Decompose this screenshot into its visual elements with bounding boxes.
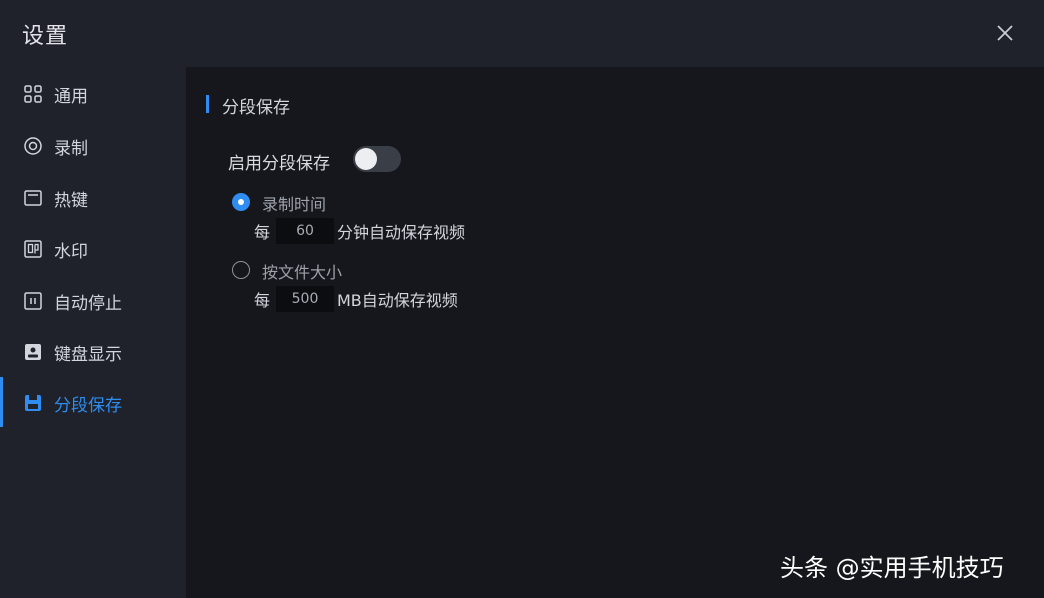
sidebar-item-label: 分段保存 bbox=[54, 395, 122, 416]
section-accent-bar bbox=[206, 95, 209, 113]
size-prefix: 每 bbox=[254, 291, 271, 310]
enable-segment-save-toggle[interactable] bbox=[353, 146, 401, 172]
watermark-icon bbox=[23, 239, 43, 259]
radio-by-size-label: 按文件大小 bbox=[262, 263, 343, 282]
sidebar-item-watermark[interactable]: 水印 bbox=[0, 227, 186, 271]
sidebar-item-label: 通用 bbox=[54, 86, 88, 107]
time-interval-input[interactable] bbox=[276, 218, 334, 244]
sidebar-item-segment-save[interactable]: 分段保存 bbox=[0, 381, 186, 425]
timer-stop-icon bbox=[23, 291, 43, 311]
time-suffix: 分钟自动保存视频 bbox=[337, 223, 466, 242]
time-prefix: 每 bbox=[254, 223, 271, 242]
settings-content: 分段保存 启用分段保存 录制时间 每 分钟自动保存视频 按文件大小 每 MB自动… bbox=[186, 67, 1044, 598]
sidebar-item-hotkey[interactable]: 热键 bbox=[0, 176, 186, 220]
size-suffix: MB自动保存视频 bbox=[337, 291, 458, 310]
enable-segment-save-label: 启用分段保存 bbox=[228, 154, 330, 174]
title-bar: 设置 bbox=[0, 0, 1044, 67]
radio-by-size[interactable] bbox=[232, 261, 250, 279]
sidebar: 通用 录制 热键 水印 自动停止 键盘显示 分段保存 bbox=[0, 67, 186, 598]
sidebar-item-label: 键盘显示 bbox=[54, 344, 122, 365]
sidebar-item-label: 录制 bbox=[54, 138, 88, 159]
keyboard-display-icon bbox=[23, 342, 43, 362]
sidebar-item-record[interactable]: 录制 bbox=[0, 124, 186, 168]
radio-by-time[interactable] bbox=[232, 193, 250, 211]
window-title: 设置 bbox=[22, 24, 69, 49]
sidebar-item-label: 水印 bbox=[54, 241, 88, 262]
sidebar-item-auto-stop[interactable]: 自动停止 bbox=[0, 279, 186, 323]
sidebar-item-label: 自动停止 bbox=[54, 293, 122, 314]
sidebar-item-keyboard-display[interactable]: 键盘显示 bbox=[0, 330, 186, 374]
watermark-text: 头条 @实用手机技巧 bbox=[780, 554, 1004, 582]
toggle-knob bbox=[355, 148, 377, 170]
settings-window: 设置 通用 录制 热键 水印 自动停止 键盘显示 分段保存 分段保存 启用分段保… bbox=[0, 0, 1044, 598]
sidebar-item-label: 热键 bbox=[54, 190, 88, 211]
section-title: 分段保存 bbox=[222, 98, 290, 118]
radio-by-time-label: 录制时间 bbox=[262, 195, 327, 214]
grid-icon bbox=[23, 84, 43, 104]
keyboard-icon bbox=[23, 188, 43, 208]
size-interval-input[interactable] bbox=[276, 286, 334, 312]
sidebar-item-general[interactable]: 通用 bbox=[0, 72, 186, 116]
close-button[interactable] bbox=[990, 18, 1020, 48]
close-icon bbox=[997, 25, 1013, 41]
record-icon bbox=[23, 136, 43, 156]
save-icon bbox=[23, 393, 43, 413]
